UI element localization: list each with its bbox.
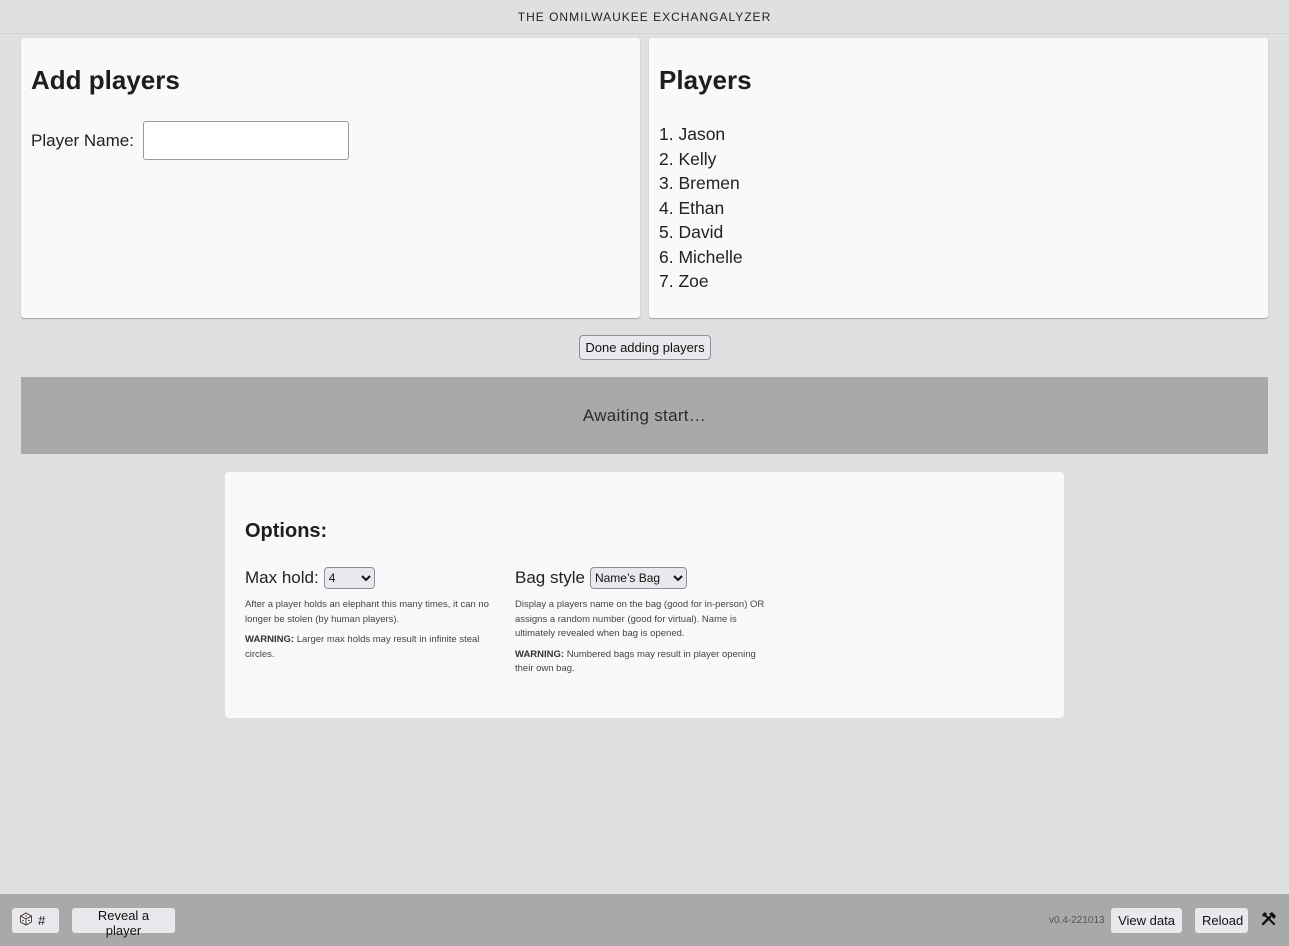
bag-style-select[interactable]: Name’s Bag [589, 567, 687, 589]
max-hold-warning: WARNING: Larger max holds may result in … [245, 633, 505, 662]
done-adding-players-button[interactable]: Done adding players [579, 335, 711, 360]
max-hold-select[interactable]: 4 [323, 567, 375, 589]
bag-style-warning: WARNING: Numbered bags may result in pla… [515, 648, 775, 677]
max-hold-label: Max hold: [245, 568, 319, 587]
max-hold-option: Max hold: 4 After a player holds an elep… [245, 566, 505, 662]
add-players-panel: Add players Player Name: [21, 38, 640, 318]
app-title: THE ONMILWAUKEE EXCHANGALYZER [0, 0, 1289, 34]
dice-icon [19, 912, 33, 929]
dice-label: # [38, 913, 46, 928]
footer-bar: # Reveal a player v0.4-221013 View data … [0, 894, 1289, 946]
options-heading: Options: [245, 520, 328, 542]
player-list-item: 7. Zoe [659, 271, 709, 291]
reload-button[interactable]: Reload [1195, 908, 1248, 933]
players-heading: Players [659, 65, 752, 95]
version-label: v0.4-221013 [1049, 915, 1105, 926]
tools-icon[interactable] [1261, 911, 1277, 932]
view-data-button[interactable]: View data [1111, 908, 1182, 933]
warning-label: WARNING: [245, 634, 295, 646]
player-list-item: 4. Ethan [659, 197, 725, 218]
add-players-heading: Add players [31, 65, 180, 95]
player-list-item: 3. Bremen [659, 173, 740, 193]
player-name-input[interactable] [142, 121, 349, 160]
status-banner: Awaiting start… [21, 377, 1268, 454]
bag-style-label: Bag style [515, 568, 585, 587]
dice-number-button[interactable]: # [12, 908, 59, 933]
bag-style-description: Display a players name on the bag (good … [515, 599, 765, 640]
player-name-label: Player Name: [31, 130, 134, 150]
player-list: 1. Jason 2. Kelly 3. Bremen 4. Ethan 5. … [659, 122, 743, 294]
player-list-item: 2. Kelly [659, 148, 717, 169]
max-hold-description: After a player holds an elephant this ma… [245, 599, 489, 625]
player-list-item: 6. Michelle [659, 246, 743, 267]
reveal-player-button[interactable]: Reveal a player [72, 908, 175, 938]
player-name-row: Player Name: [31, 121, 349, 160]
warning-label: WARNING: [515, 648, 565, 660]
options-panel: Options: Max hold: 4 After a player hold… [225, 472, 1064, 718]
player-list-item: 5. David [659, 222, 724, 242]
player-list-item: 1. Jason [659, 124, 726, 144]
bag-style-option: Bag style Name’s Bag Display a players n… [515, 566, 775, 677]
players-panel: Players 1. Jason 2. Kelly 3. Bremen 4. E… [649, 38, 1268, 318]
